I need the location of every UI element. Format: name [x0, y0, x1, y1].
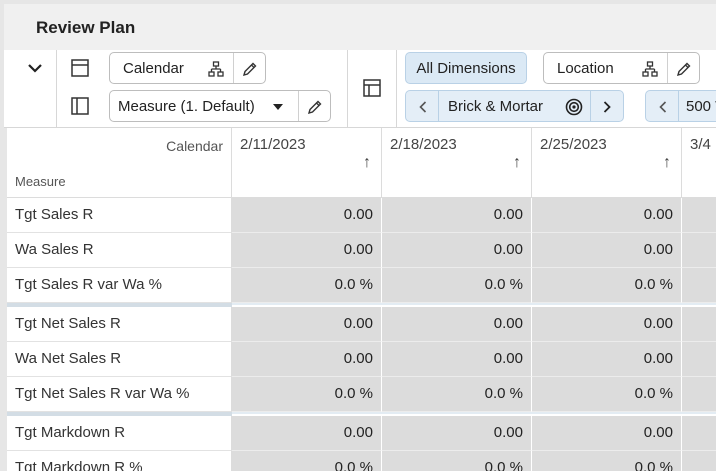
table-cell[interactable]: 0.00 [382, 342, 532, 377]
table-cell[interactable] [682, 342, 716, 377]
row-measure-name: Wa Sales R [7, 233, 232, 268]
column-header-date: 2/25/2023 [540, 136, 607, 153]
column-header[interactable]: 2/25/2023 ↑ [532, 128, 682, 198]
page-title: Review Plan [36, 18, 136, 37]
layout-side-icon[interactable] [68, 94, 92, 118]
column-header-date: 2/18/2023 [390, 136, 457, 153]
table-cell[interactable]: 0.0 % [382, 377, 532, 412]
brick-mortar-label: Brick & Mortar [448, 98, 544, 115]
hierarchy-icon[interactable] [206, 59, 226, 79]
table-row: Wa Net Sales R 0.00 0.00 0.00 [7, 342, 716, 377]
sort-up-arrow-icon[interactable]: ↑ [363, 154, 371, 172]
measure-axis-label: Measure [15, 174, 66, 189]
table-cell[interactable]: 0.00 [232, 342, 382, 377]
data-grid: Calendar Measure 2/11/2023 ↑ 2/18/2023 ↑… [0, 128, 716, 471]
table-cell[interactable]: 0.00 [532, 307, 682, 342]
chevron-down-icon[interactable] [22, 58, 48, 78]
column-header-date: 2/11/2023 [240, 136, 306, 153]
column-header-date: 3/4 [690, 136, 711, 153]
target-icon[interactable] [564, 97, 584, 117]
table-cell[interactable]: 0.0 % [382, 268, 532, 303]
calendar-dimension-label: Calendar [123, 59, 184, 77]
table-cell[interactable]: 0.00 [532, 233, 682, 268]
edit-pencil-icon[interactable] [305, 97, 325, 117]
edit-pencil-icon[interactable] [240, 59, 260, 79]
table-row: Tgt Markdown R 0.00 0.00 0.00 [7, 416, 716, 451]
toolbar: Calendar Measure (1. Default) All Dimens… [0, 50, 716, 128]
location-dimension-label: Location [557, 59, 614, 77]
table-cell[interactable]: 0.0 % [232, 268, 382, 303]
table-cell[interactable]: 0.00 [232, 307, 382, 342]
table-row: Tgt Sales R var Wa % 0.0 % 0.0 % 0.0 % [7, 268, 716, 303]
table-cell[interactable] [682, 416, 716, 451]
table-cell[interactable]: 0.00 [382, 416, 532, 451]
table-cell[interactable] [682, 198, 716, 233]
table-cell[interactable]: 0.00 [382, 198, 532, 233]
table-cell[interactable]: 0.0 % [382, 451, 532, 471]
row-measure-name: Tgt Sales R var Wa % [7, 268, 232, 303]
column-header[interactable]: 2/11/2023 ↑ [232, 128, 382, 198]
all-dimensions-button[interactable]: All Dimensions [405, 52, 527, 84]
row-measure-name: Tgt Net Sales R [7, 307, 232, 342]
measure-select-label: Measure (1. Default) [118, 97, 255, 115]
table-row: Wa Sales R 0.00 0.00 0.00 [7, 233, 716, 268]
brick-mortar-navigator[interactable]: Brick & Mortar [405, 90, 624, 122]
sort-up-arrow-icon[interactable]: ↑ [663, 154, 671, 172]
table-cell[interactable]: 0.00 [232, 416, 382, 451]
table-cell[interactable]: 0.0 % [232, 377, 382, 412]
all-dimensions-label: All Dimensions [416, 59, 516, 77]
measure-select[interactable]: Measure (1. Default) [109, 90, 331, 122]
row-measure-name: Wa Net Sales R [7, 342, 232, 377]
location-dimension[interactable]: Location [543, 52, 700, 84]
sort-up-arrow-icon[interactable]: ↑ [513, 154, 521, 172]
table-cell[interactable]: 0.0 % [232, 451, 382, 471]
grid-corner-header: Calendar Measure [7, 128, 232, 198]
row-measure-name: Tgt Markdown R % [7, 451, 232, 471]
column-header[interactable]: 3/4 [682, 128, 716, 198]
layout-top-icon[interactable] [68, 56, 92, 80]
table-cell[interactable] [682, 377, 716, 412]
table-cell[interactable]: 0.0 % [532, 451, 682, 471]
table-cell[interactable]: 0.00 [382, 233, 532, 268]
store-navigator-label: 500 W [686, 98, 716, 115]
table-cell[interactable]: 0.00 [232, 198, 382, 233]
table-cell[interactable] [682, 451, 716, 471]
group-separator [232, 412, 716, 414]
title-bar: Review Plan [0, 0, 716, 50]
table-cell[interactable]: 0.00 [532, 198, 682, 233]
table-cell[interactable]: 0.0 % [532, 377, 682, 412]
table-cell[interactable]: 0.00 [532, 342, 682, 377]
row-measure-name: Tgt Net Sales R var Wa % [7, 377, 232, 412]
table-row: Tgt Net Sales R 0.00 0.00 0.00 [7, 307, 716, 342]
table-cell[interactable]: 0.00 [232, 233, 382, 268]
group-separator [232, 303, 716, 305]
table-cell[interactable] [682, 268, 716, 303]
table-cell[interactable] [682, 307, 716, 342]
calendar-dimension[interactable]: Calendar [109, 52, 266, 84]
row-measure-name: Tgt Markdown R [7, 416, 232, 451]
chevron-left-icon[interactable] [414, 97, 432, 117]
table-cell[interactable]: 0.0 % [532, 268, 682, 303]
table-row: Tgt Net Sales R var Wa % 0.0 % 0.0 % 0.0… [7, 377, 716, 412]
table-cell[interactable]: 0.00 [532, 416, 682, 451]
chevron-left-icon[interactable] [654, 97, 672, 117]
edit-pencil-icon[interactable] [674, 59, 694, 79]
store-navigator[interactable]: 500 W [645, 90, 716, 122]
column-header[interactable]: 2/18/2023 ↑ [382, 128, 532, 198]
pivot-layout-icon[interactable] [360, 76, 384, 100]
chevron-right-icon[interactable] [598, 97, 616, 117]
row-measure-name: Tgt Sales R [7, 198, 232, 233]
hierarchy-icon[interactable] [640, 59, 660, 79]
dropdown-arrow-icon[interactable] [270, 99, 286, 115]
calendar-axis-label: Calendar [166, 138, 223, 154]
table-cell[interactable]: 0.00 [382, 307, 532, 342]
table-row: Tgt Sales R 0.00 0.00 0.00 [7, 198, 716, 233]
table-row: Tgt Markdown R % 0.0 % 0.0 % 0.0 % [7, 451, 716, 471]
table-cell[interactable] [682, 233, 716, 268]
